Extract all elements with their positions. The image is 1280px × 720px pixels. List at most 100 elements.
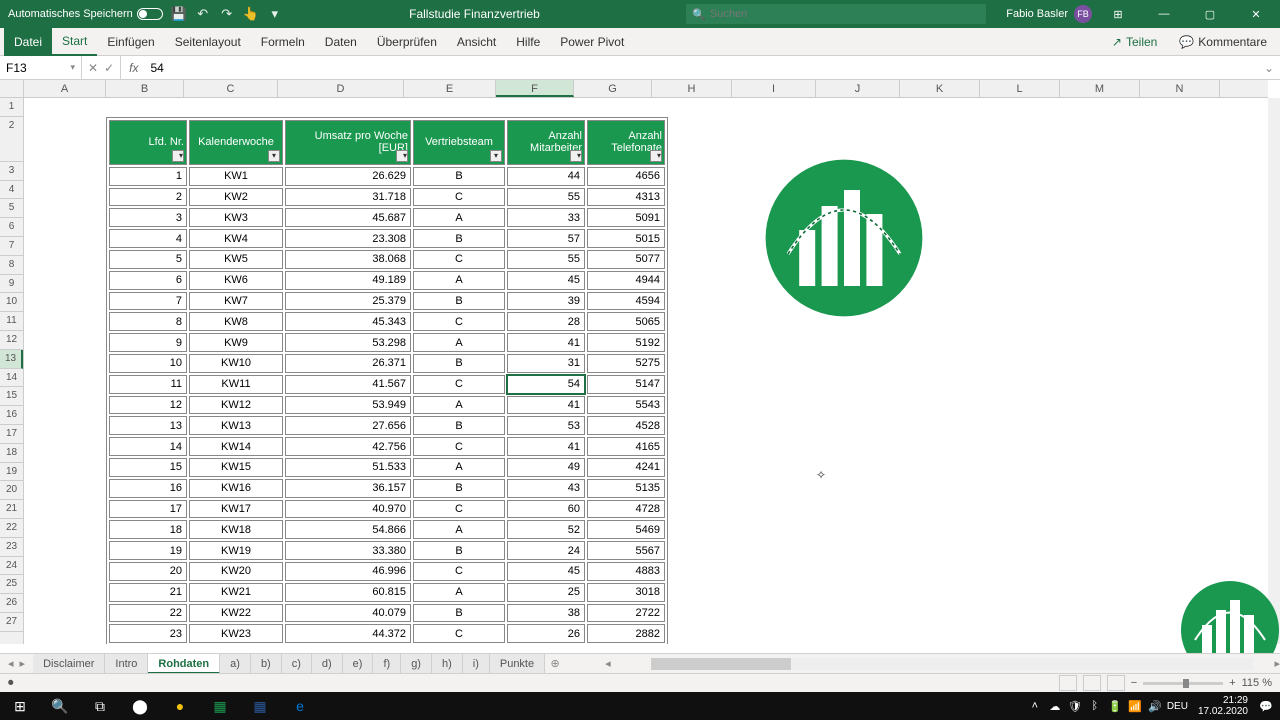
view-normal-icon[interactable] [1059,675,1077,691]
cell[interactable]: 1 [109,167,187,186]
zoom-level[interactable]: 115 % [1242,677,1272,689]
zoom-slider[interactable] [1143,682,1223,685]
fx-icon[interactable]: fx [121,61,146,75]
cell[interactable]: 45 [507,562,585,581]
tray-up-icon[interactable]: ˄ [1027,698,1043,714]
cell[interactable]: A [413,520,505,539]
cell[interactable]: B [413,167,505,186]
select-all-cell[interactable] [0,80,24,98]
toggle-switch-icon[interactable] [137,8,163,20]
cell[interactable]: KW16 [189,479,283,498]
cell[interactable]: 41 [507,333,585,352]
app-excel-icon[interactable]: ▦ [200,692,240,720]
cell[interactable]: 4594 [587,292,665,311]
tab-file[interactable]: Datei [4,28,52,56]
col-header-N[interactable]: N [1140,80,1220,97]
row-header-13[interactable]: 13 [0,350,23,369]
cell[interactable]: 15 [109,458,187,477]
cell[interactable]: 28 [507,312,585,331]
tab-seitenlayout[interactable]: Seitenlayout [165,28,251,56]
cell[interactable]: KW20 [189,562,283,581]
cell[interactable]: C [413,562,505,581]
filter-icon[interactable]: ▾ [268,150,280,162]
row-header-22[interactable]: 22 [0,519,23,538]
sheet-tab-b)[interactable]: b) [251,654,282,674]
cell[interactable]: 4883 [587,562,665,581]
cell[interactable]: A [413,208,505,227]
tab-formeln[interactable]: Formeln [251,28,315,56]
cell[interactable]: 25 [507,583,585,602]
cell[interactable]: KW21 [189,583,283,602]
view-page-layout-icon[interactable] [1083,675,1101,691]
cell[interactable]: 31.718 [285,188,411,207]
row-header-10[interactable]: 10 [0,293,23,312]
cell[interactable]: 12 [109,396,187,415]
cell[interactable]: 5192 [587,333,665,352]
cell[interactable]: 9 [109,333,187,352]
cell[interactable]: 3 [109,208,187,227]
col-header-F[interactable]: F [496,80,574,97]
cell[interactable]: 2 [109,188,187,207]
cell[interactable]: KW8 [189,312,283,331]
cell[interactable]: 26.371 [285,354,411,373]
sheet-tab-i)[interactable]: i) [463,654,490,674]
table-header[interactable]: Vertriebsteam▾ [413,120,505,165]
cell[interactable]: 25.379 [285,292,411,311]
tray-onedrive-icon[interactable]: ☁ [1047,698,1063,714]
cell[interactable]: 5077 [587,250,665,269]
row-header-6[interactable]: 6 [0,218,23,237]
cell[interactable]: 5015 [587,229,665,248]
cell[interactable]: 41.567 [285,375,411,394]
row-header-18[interactable]: 18 [0,444,23,463]
cell[interactable]: C [413,500,505,519]
row-header-11[interactable]: 11 [0,312,23,331]
row-header-7[interactable]: 7 [0,237,23,256]
sheet-tab-f)[interactable]: f) [373,654,401,674]
app-edge-icon[interactable]: e [280,692,320,720]
cell[interactable]: 19 [109,541,187,560]
maximize-icon[interactable]: ▢ [1190,0,1230,28]
cell[interactable]: 41 [507,437,585,456]
col-header-M[interactable]: M [1060,80,1140,97]
row-header-20[interactable]: 20 [0,481,23,500]
cell[interactable]: 13 [109,416,187,435]
view-page-break-icon[interactable] [1107,675,1125,691]
prev-sheet-icon[interactable]: ◂ [8,657,14,670]
cell[interactable]: 54 [507,375,585,394]
cell[interactable]: 2882 [587,624,665,643]
tray-battery-icon[interactable]: 🔋 [1107,698,1123,714]
cell[interactable]: KW17 [189,500,283,519]
cell[interactable]: KW22 [189,604,283,623]
cell[interactable]: 5135 [587,479,665,498]
cell[interactable]: B [413,416,505,435]
tray-wifi-icon[interactable]: 📶 [1127,698,1143,714]
cell[interactable]: 54.866 [285,520,411,539]
sheet-nav[interactable]: ◂ ▸ [0,657,33,670]
search-taskbar-icon[interactable]: 🔍 [40,692,80,720]
sheet-tab-intro[interactable]: Intro [105,654,148,674]
cell[interactable]: 4241 [587,458,665,477]
sheet-tab-e)[interactable]: e) [343,654,374,674]
cell[interactable]: C [413,312,505,331]
cell[interactable]: 27.656 [285,416,411,435]
user-avatar[interactable]: FB [1074,5,1092,23]
tray-volume-icon[interactable]: 🔊 [1147,698,1163,714]
cell[interactable]: A [413,271,505,290]
cell[interactable]: 53 [507,416,585,435]
cell[interactable]: 4944 [587,271,665,290]
horizontal-scrollbar[interactable] [651,658,1255,670]
cell[interactable]: 44 [507,167,585,186]
cell[interactable]: KW2 [189,188,283,207]
user-name[interactable]: Fabio Basler [1006,8,1068,20]
cell[interactable]: A [413,396,505,415]
cell[interactable]: 4 [109,229,187,248]
cell[interactable]: KW5 [189,250,283,269]
cell[interactable]: 5567 [587,541,665,560]
tab-hilfe[interactable]: Hilfe [506,28,550,56]
name-box-input[interactable] [6,61,70,75]
zoom-out-icon[interactable]: − [1131,677,1137,689]
cell[interactable]: C [413,188,505,207]
sheet-tab-punkte[interactable]: Punkte [490,654,545,674]
app-word-icon[interactable]: ▦ [240,692,280,720]
taskview-icon[interactable]: ⧉ [80,692,120,720]
